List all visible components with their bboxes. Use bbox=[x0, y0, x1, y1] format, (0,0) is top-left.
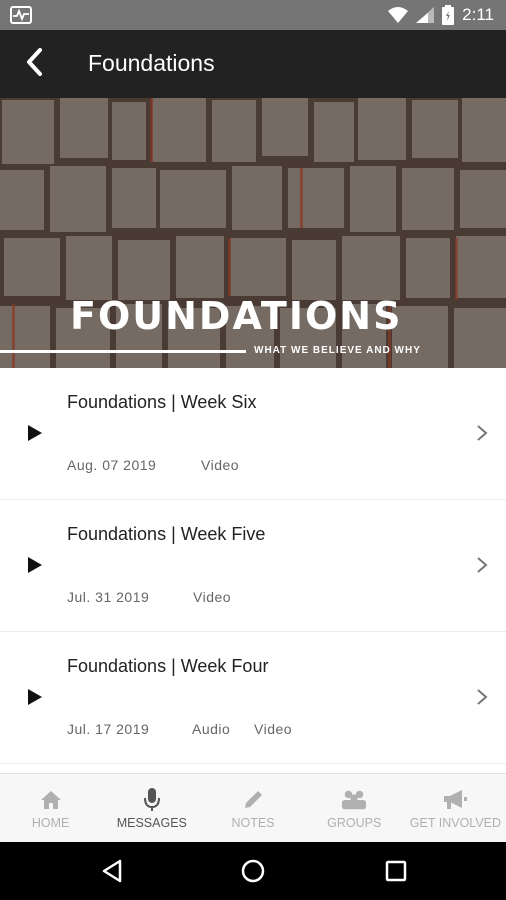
nav-label: GET INVOLVED bbox=[409, 816, 502, 830]
media-type-label: Video bbox=[201, 457, 240, 473]
clock: 2:11 bbox=[462, 5, 494, 24]
activity-icon bbox=[10, 6, 32, 24]
app-bar: Foundations bbox=[0, 30, 506, 98]
battery-icon bbox=[442, 5, 455, 25]
nav-groups[interactable]: GROUPS bbox=[304, 774, 405, 842]
chevron-right-icon bbox=[477, 689, 488, 705]
status-bar: 2:11 bbox=[0, 0, 506, 30]
media-type-label: Audio bbox=[192, 721, 231, 737]
message-item[interactable]: Foundations | Week Six Aug. 07 2019 Vide… bbox=[0, 368, 506, 500]
play-icon[interactable] bbox=[28, 689, 42, 705]
nav-label: HOME bbox=[31, 816, 70, 830]
nav-notes[interactable]: NOTES bbox=[202, 774, 303, 842]
pencil-icon bbox=[240, 788, 266, 812]
group-icon bbox=[341, 788, 367, 812]
message-date: Aug. 07 2019 bbox=[67, 457, 157, 473]
play-icon[interactable] bbox=[28, 557, 42, 573]
home-icon bbox=[38, 788, 64, 812]
chevron-right-icon bbox=[477, 557, 488, 573]
banner-divider bbox=[0, 350, 246, 353]
banner-subtitle: WHAT WE BELIEVE AND WHY bbox=[254, 345, 421, 356]
bottom-nav: HOME MESSAGES NOTES GROUPS GET INVOLVED bbox=[0, 773, 506, 842]
media-type-label: Video bbox=[254, 721, 293, 737]
signal-icon bbox=[416, 7, 435, 23]
page-title: Foundations bbox=[88, 50, 215, 76]
recents-square-icon[interactable] bbox=[381, 856, 411, 886]
nav-get-involved[interactable]: GET INVOLVED bbox=[405, 774, 506, 842]
nav-label: NOTES bbox=[231, 816, 275, 830]
message-item[interactable]: Foundations | Week Five Jul. 31 2019 Vid… bbox=[0, 500, 506, 632]
message-date: Jul. 31 2019 bbox=[67, 589, 150, 605]
message-title: Foundations | Week Five bbox=[67, 524, 266, 544]
system-nav-bar bbox=[0, 842, 506, 900]
megaphone-icon bbox=[442, 788, 468, 812]
series-banner: FOUNDATIONS WHAT WE BELIEVE AND WHY bbox=[0, 98, 506, 368]
media-type-label: Video bbox=[193, 589, 232, 605]
message-date: Jul. 17 2019 bbox=[67, 721, 150, 737]
nav-home[interactable]: HOME bbox=[0, 774, 101, 842]
play-icon[interactable] bbox=[28, 425, 42, 441]
microphone-icon bbox=[139, 788, 165, 812]
nav-messages[interactable]: MESSAGES bbox=[101, 774, 202, 842]
back-triangle-icon[interactable] bbox=[98, 856, 128, 886]
message-item[interactable]: Foundations | Week Four Jul. 17 2019 Aud… bbox=[0, 632, 506, 764]
message-list: Foundations | Week Six Aug. 07 2019 Vide… bbox=[0, 368, 506, 764]
nav-label: GROUPS bbox=[327, 816, 382, 830]
message-title: Foundations | Week Four bbox=[67, 656, 269, 676]
home-circle-icon[interactable] bbox=[238, 856, 268, 886]
banner-title: FOUNDATIONS bbox=[70, 294, 403, 338]
back-button[interactable] bbox=[14, 42, 54, 82]
wifi-icon bbox=[388, 7, 409, 23]
nav-label: MESSAGES bbox=[116, 816, 187, 830]
message-title: Foundations | Week Six bbox=[67, 392, 257, 412]
chevron-left-icon bbox=[27, 48, 42, 76]
chevron-right-icon bbox=[477, 425, 488, 441]
